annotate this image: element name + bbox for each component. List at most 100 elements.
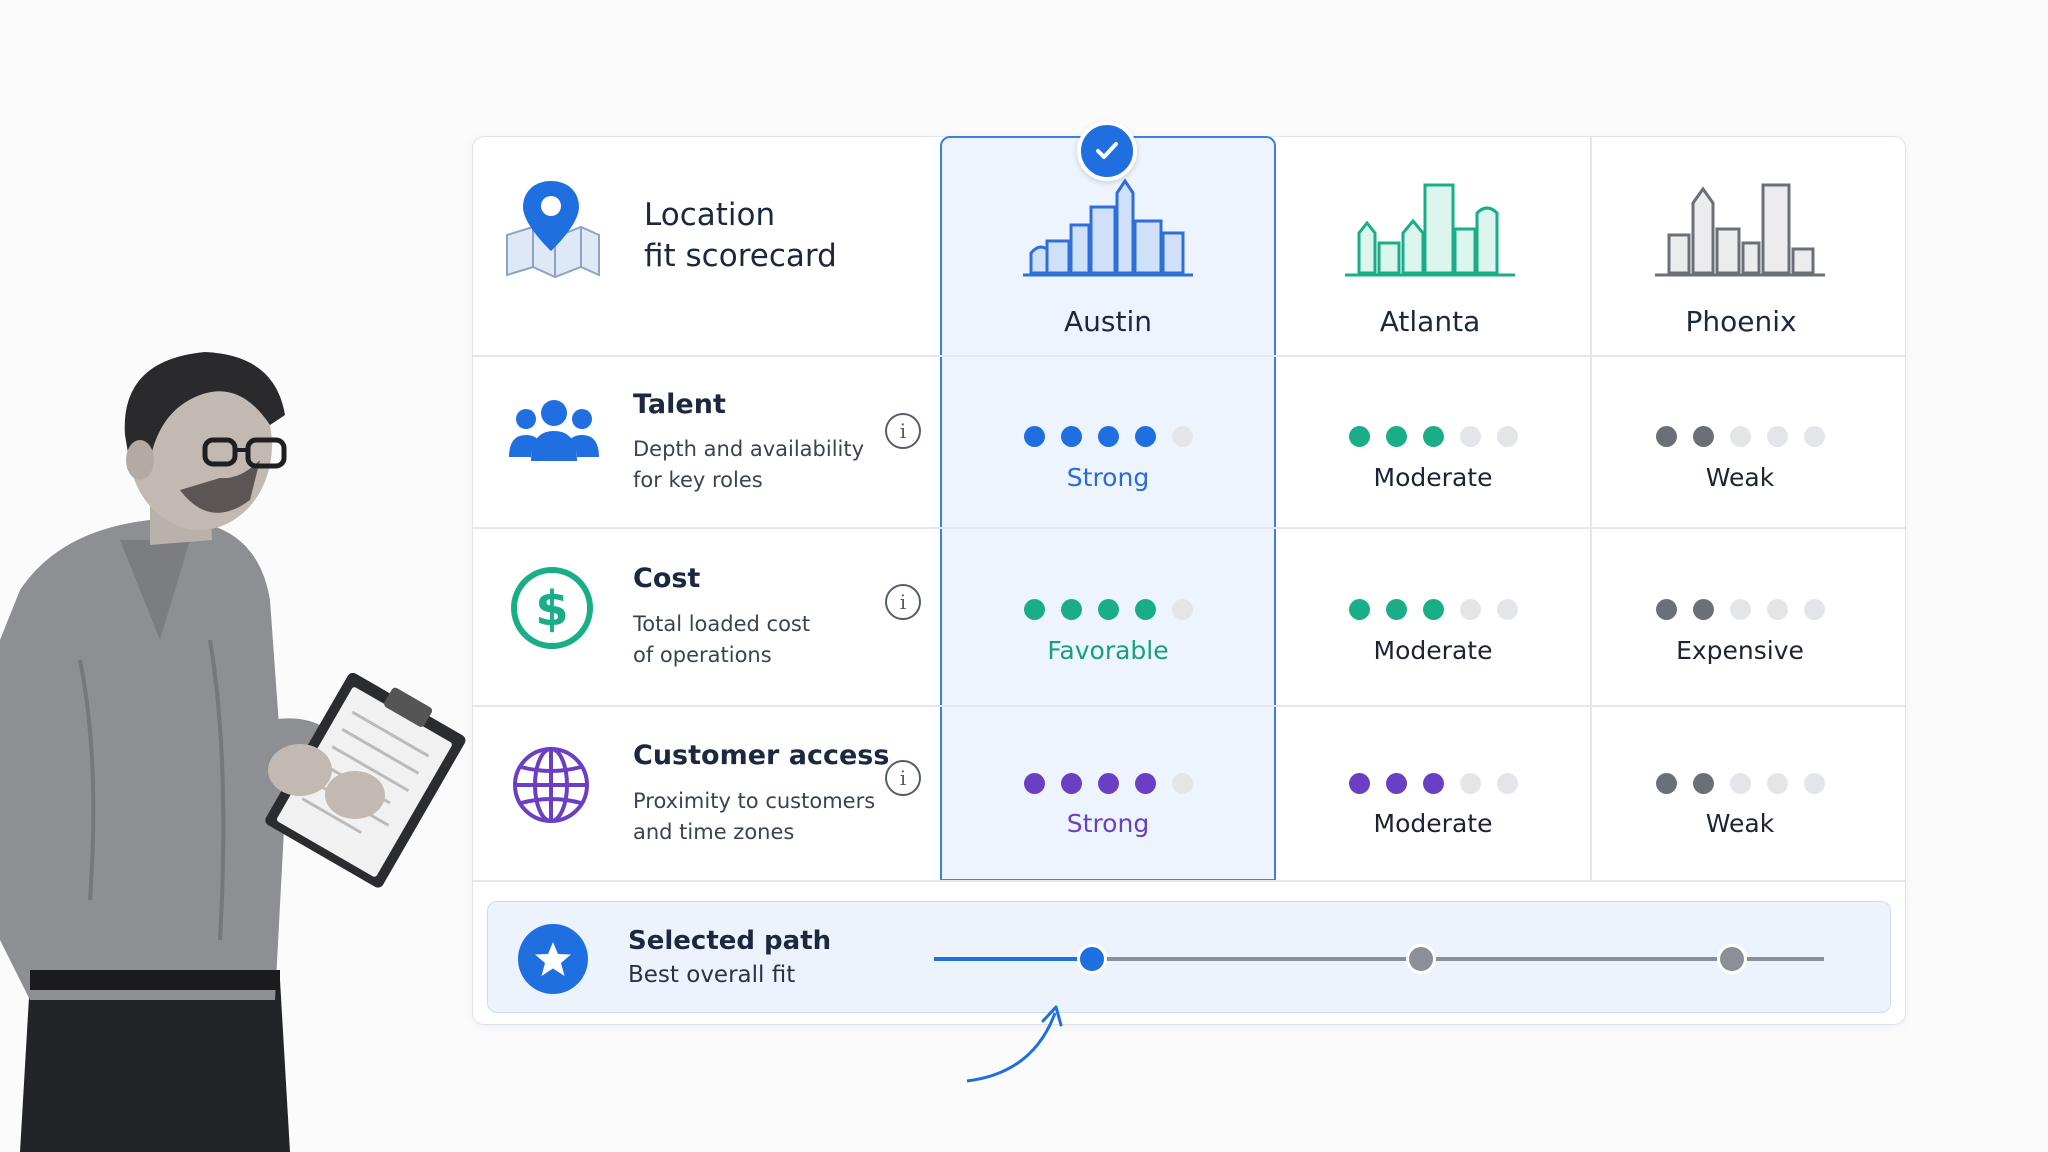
info-icon[interactable]: i (885, 413, 921, 449)
rating-dots (1348, 426, 1518, 447)
rating-dot-empty (1496, 426, 1518, 447)
rating-dot-filled (1422, 426, 1444, 447)
rating-dots (1655, 426, 1825, 447)
path-node-atlanta[interactable] (1406, 944, 1436, 974)
rating-dot-filled (1348, 426, 1370, 447)
rating-dot-filled (1655, 773, 1677, 794)
rating-dot-empty (1459, 773, 1481, 794)
rating-dots (1023, 773, 1193, 794)
rating-dot-filled (1348, 599, 1370, 620)
person-with-clipboard-image (0, 352, 466, 1152)
rating-dot-filled (1134, 599, 1156, 620)
row-divider (473, 355, 1905, 357)
rating-dots (1023, 426, 1193, 447)
title-line-1: Location (644, 197, 776, 233)
criterion-title-cost: Cost (633, 563, 701, 594)
rating-dot-empty (1766, 773, 1788, 794)
desc-line: and time zones (633, 820, 795, 844)
row-divider (473, 705, 1905, 707)
rating-dot-filled (1023, 773, 1045, 794)
desc-line: for key roles (633, 468, 763, 492)
rating-dot-filled (1134, 426, 1156, 447)
info-icon[interactable]: i (885, 760, 921, 796)
rating-dot-filled (1655, 426, 1677, 447)
city-header-phoenix[interactable]: Phoenix (1581, 305, 1901, 338)
path-track (1094, 957, 1824, 961)
people-icon (509, 400, 599, 461)
star-icon (518, 924, 588, 994)
selected-check-icon (1077, 121, 1137, 181)
row-divider (473, 880, 1905, 882)
rating-dot-filled (1692, 599, 1714, 620)
rating-label: Expensive (1676, 636, 1804, 665)
rating-label: Moderate (1373, 636, 1493, 665)
desc-line: Depth and availability (633, 437, 865, 461)
desc-line: Total loaded cost (633, 612, 811, 636)
arrow-icon (966, 1005, 1063, 1083)
title-line-2: fit scorecard (644, 238, 837, 274)
rating-dot-empty (1766, 599, 1788, 620)
row-divider (473, 527, 1905, 529)
selected-path-subtitle: Best overall fit (628, 962, 796, 988)
rating-dots (1023, 599, 1193, 620)
rating-label: Moderate (1373, 809, 1493, 838)
rating-label: Strong (1066, 809, 1150, 838)
rating-dot-empty (1729, 773, 1751, 794)
rating-dot-filled (1134, 773, 1156, 794)
rating-dots (1655, 773, 1825, 794)
rating-dot-filled (1422, 773, 1444, 794)
rating-dot-empty (1496, 773, 1518, 794)
selected-path-title: Selected path (628, 926, 832, 956)
map-pin-icon (506, 181, 600, 279)
criterion-desc-cost: Total loaded cost of operations (633, 609, 883, 671)
rating-dot-filled (1060, 426, 1082, 447)
rating-dot-filled (1097, 599, 1119, 620)
rating-dot-filled (1060, 599, 1082, 620)
rating-dot-filled (1097, 426, 1119, 447)
path-node-austin[interactable] (1077, 944, 1107, 974)
column-divider (1590, 137, 1592, 880)
rating-dot-empty (1803, 773, 1825, 794)
location-fit-scorecard: Location fit scorecard Austin Atlanta Ph… (472, 121, 1906, 1083)
rating-dot-filled (1060, 773, 1082, 794)
rating-dots (1655, 599, 1825, 620)
svg-text:$: $ (535, 581, 568, 637)
rating-dot-filled (1422, 599, 1444, 620)
rating-label: Favorable (1047, 636, 1169, 665)
rating-dot-empty (1803, 426, 1825, 447)
scorecard-title: Location fit scorecard (644, 195, 944, 277)
globe-icon (513, 747, 589, 823)
path-track-active (934, 957, 1094, 961)
rating-label: Weak (1705, 809, 1775, 838)
rating-dot-empty (1729, 426, 1751, 447)
phoenix-skyline-icon (1655, 183, 1825, 277)
rating-dot-empty (1171, 426, 1193, 447)
rating-dot-empty (1729, 599, 1751, 620)
path-node-phoenix[interactable] (1717, 944, 1747, 974)
rating-dot-empty (1766, 426, 1788, 447)
city-header-austin[interactable]: Austin (948, 305, 1268, 338)
rating-dot-empty (1496, 599, 1518, 620)
rating-dot-filled (1385, 773, 1407, 794)
criterion-desc-customer-access: Proximity to customers and time zones (633, 786, 883, 848)
info-icon[interactable]: i (885, 584, 921, 620)
city-header-atlanta[interactable]: Atlanta (1270, 305, 1590, 338)
rating-dot-filled (1655, 599, 1677, 620)
rating-label: Strong (1066, 463, 1150, 492)
desc-line: of operations (633, 643, 772, 667)
criterion-desc-talent: Depth and availability for key roles (633, 434, 883, 496)
dollar-icon: $ (511, 567, 593, 649)
atlanta-skyline-icon (1345, 183, 1515, 277)
rating-label: Moderate (1373, 463, 1493, 492)
rating-dot-filled (1097, 773, 1119, 794)
rating-dot-filled (1385, 426, 1407, 447)
rating-dot-filled (1348, 773, 1370, 794)
rating-dot-empty (1171, 773, 1193, 794)
austin-skyline-icon (1023, 178, 1193, 277)
rating-dot-filled (1385, 599, 1407, 620)
rating-dot-empty (1803, 599, 1825, 620)
desc-line: Proximity to customers (633, 789, 876, 813)
rating-dot-filled (1023, 426, 1045, 447)
criterion-title-talent: Talent (633, 389, 726, 420)
criterion-title-customer-access: Customer access (633, 740, 890, 771)
